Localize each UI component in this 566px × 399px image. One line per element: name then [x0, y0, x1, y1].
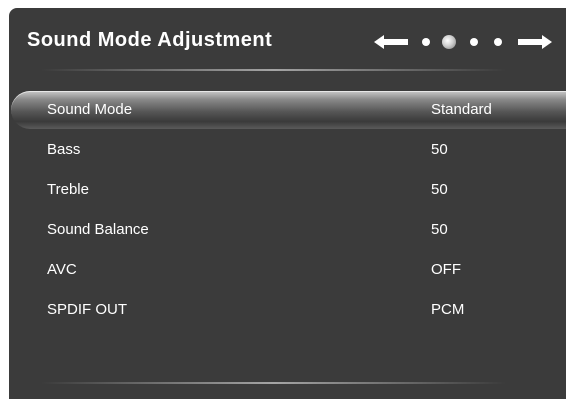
page-title: Sound Mode Adjustment — [27, 29, 273, 51]
footer-divider — [41, 382, 506, 384]
menu-row-spdif-out[interactable]: SPDIF OUT PCM — [9, 290, 566, 330]
menu-value[interactable]: OFF — [431, 261, 461, 278]
page-dot[interactable] — [494, 38, 502, 46]
menu-label: Treble — [47, 181, 89, 198]
page-dot[interactable] — [470, 38, 478, 46]
menu-label: SPDIF OUT — [47, 301, 128, 318]
menu-value[interactable]: 50 — [431, 181, 448, 198]
menu-row-sound-balance[interactable]: Sound Balance 50 — [9, 210, 566, 250]
osd-panel: Sound Mode Adjustment Sound Mode Standar… — [9, 8, 566, 399]
arrow-right-icon[interactable] — [518, 35, 552, 49]
page-dot[interactable] — [422, 38, 430, 46]
menu-row-sound-mode[interactable]: Sound Mode Standard — [9, 90, 566, 130]
settings-menu: Sound Mode Standard Bass 50 Treble 50 So… — [9, 90, 566, 330]
menu-row-treble[interactable]: Treble 50 — [9, 170, 566, 210]
menu-value[interactable]: PCM — [431, 301, 464, 318]
menu-value[interactable]: 50 — [431, 141, 448, 158]
menu-label: Bass — [47, 141, 81, 158]
menu-value[interactable]: 50 — [431, 221, 448, 238]
menu-label: Sound Balance — [47, 221, 149, 238]
page-pager — [374, 35, 552, 49]
menu-row-avc[interactable]: AVC OFF — [9, 250, 566, 290]
menu-label: AVC — [47, 261, 77, 278]
page-dot-active[interactable] — [442, 35, 456, 49]
menu-value[interactable]: Standard — [431, 101, 492, 118]
header-divider — [41, 69, 506, 71]
arrow-left-icon[interactable] — [374, 35, 408, 49]
menu-label: Sound Mode — [47, 101, 133, 118]
menu-row-bass[interactable]: Bass 50 — [9, 130, 566, 170]
